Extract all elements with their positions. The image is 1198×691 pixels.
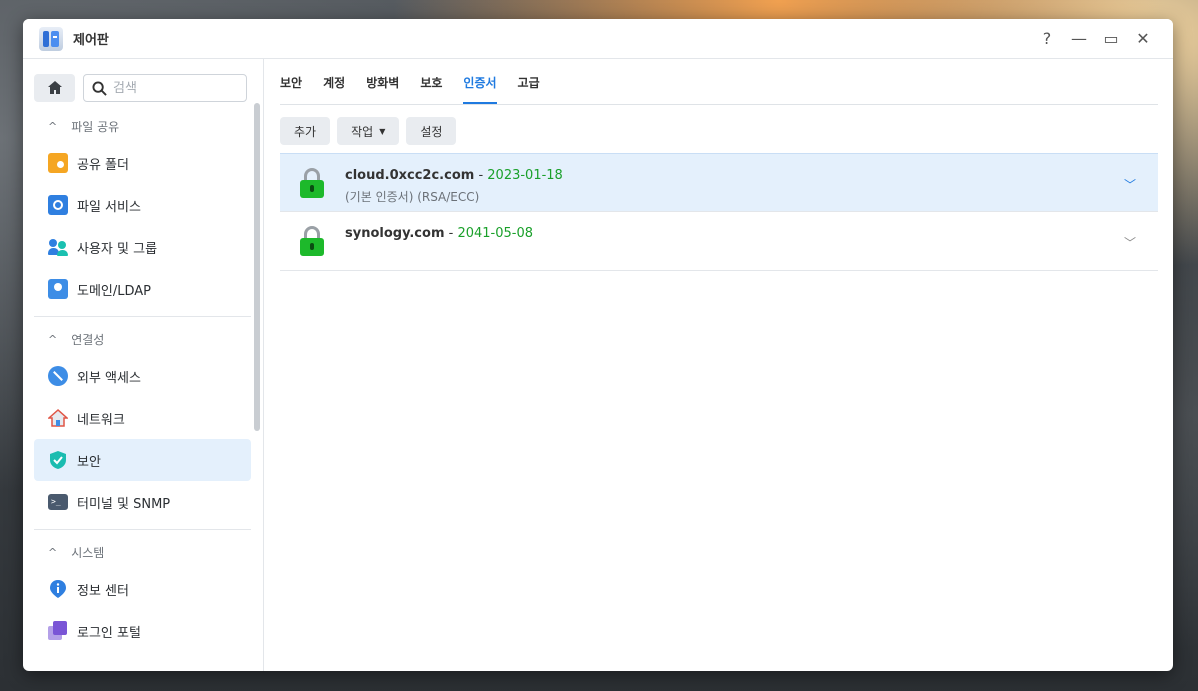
chevron-up-icon: ^ [48, 332, 58, 346]
certificate-expiry-date: 2023-01-18 [487, 168, 563, 183]
section-header-connectivity[interactable]: ^ 연결성 [34, 323, 251, 355]
sidebar-item-label: 외부 액세스 [77, 370, 141, 386]
section-title: 파일 공유 [71, 119, 120, 134]
tab-bar: 보안 계정 방화벽 보호 인증서 고급 [280, 59, 1158, 105]
sidebar: ^ 파일 공유 공유 폴더 파일 서비스 사용자 및 그룹 도메인/ [23, 59, 264, 671]
action-label: 작업 [351, 124, 374, 139]
home-button[interactable] [34, 74, 75, 102]
search-box[interactable] [83, 74, 247, 102]
title-bar: 제어판 ? — ▭ ✕ [23, 19, 1173, 59]
login-portal-icon [48, 621, 68, 641]
section-header-system[interactable]: ^ 시스템 [34, 536, 251, 568]
sidebar-item-label: 파일 서비스 [77, 199, 141, 215]
sidebar-item-login-portal[interactable]: 로그인 포털 [34, 610, 251, 652]
sidebar-item-users-groups[interactable]: 사용자 및 그룹 [34, 226, 251, 268]
close-button[interactable]: ✕ [1127, 29, 1159, 48]
sidebar-item-terminal-snmp[interactable]: >_ 터미널 및 SNMP [34, 481, 251, 523]
domain-icon [48, 279, 68, 299]
sidebar-item-label: 도메인/LDAP [77, 283, 152, 299]
tab-certificate[interactable]: 인증서 [463, 60, 497, 104]
sidebar-item-info-center[interactable]: 정보 센터 [34, 568, 251, 610]
window-title: 제어판 [73, 33, 109, 48]
sidebar-item-label: 보안 [77, 454, 101, 470]
chevron-down-icon[interactable]: ﹀ [1124, 176, 1136, 193]
file-services-icon [48, 195, 68, 215]
search-icon [92, 80, 107, 96]
certificate-row[interactable]: synology.com - 2041-05-08 ﹀ [280, 212, 1158, 271]
sidebar-item-label: 네트워크 [77, 412, 125, 428]
network-home-icon [47, 408, 69, 428]
lock-icon [300, 168, 324, 198]
sidebar-item-shared-folder[interactable]: 공유 폴더 [34, 142, 251, 184]
chevron-up-icon: ^ [48, 545, 58, 559]
control-panel-icon [39, 26, 63, 51]
help-button[interactable]: ? [1031, 29, 1063, 48]
external-access-icon [48, 366, 68, 386]
sidebar-item-label: 사용자 및 그룹 [77, 241, 158, 257]
settings-button[interactable]: 설정 [406, 117, 457, 145]
section-title: 연결성 [71, 332, 105, 347]
terminal-icon: >_ [48, 494, 68, 510]
sidebar-item-domain-ldap[interactable]: 도메인/LDAP [34, 268, 251, 310]
certificate-expiry-date: 2041-05-08 [457, 226, 534, 241]
sidebar-item-label: 정보 센터 [77, 583, 129, 599]
tab-firewall[interactable]: 방화벽 [366, 60, 399, 103]
certificate-domain: cloud.0xcc2c.com [345, 168, 475, 183]
home-icon [47, 81, 62, 94]
sidebar-item-label: 로그인 포털 [77, 625, 141, 641]
divider [34, 529, 251, 530]
sidebar-item-label: 공유 폴더 [77, 157, 129, 173]
add-button[interactable]: 추가 [280, 117, 331, 145]
section-title: 시스템 [71, 545, 105, 560]
tab-account[interactable]: 계정 [323, 60, 345, 103]
lock-icon [300, 226, 324, 256]
separator: - [474, 168, 488, 183]
caret-down-icon: ▼ [379, 126, 386, 136]
search-input[interactable] [113, 80, 213, 96]
toolbar: 추가 작업 ▼ 설정 [280, 105, 1158, 153]
sidebar-item-label: 터미널 및 SNMP [77, 496, 171, 512]
users-icon [48, 237, 68, 257]
minimize-button[interactable]: — [1063, 29, 1095, 48]
section-header-file-sharing[interactable]: ^ 파일 공유 [34, 110, 251, 142]
action-dropdown-button[interactable]: 작업 ▼ [337, 117, 400, 145]
certificate-domain: synology.com [345, 226, 445, 241]
info-icon [48, 579, 68, 599]
chevron-down-icon[interactable]: ﹀ [1124, 234, 1136, 251]
certificate-row[interactable]: cloud.0xcc2c.com - 2023-01-18 (기본 인증서) (… [280, 153, 1158, 212]
sidebar-item-external-access[interactable]: 외부 액세스 [34, 355, 251, 397]
chevron-up-icon: ^ [48, 119, 58, 133]
separator: - [444, 226, 458, 241]
sidebar-item-file-services[interactable]: 파일 서비스 [34, 184, 251, 226]
certificate-description: (기본 인증서) (RSA/ECC) [345, 190, 480, 204]
shield-icon [48, 450, 68, 470]
main-panel: 보안 계정 방화벽 보호 인증서 고급 추가 작업 ▼ 설정 cloud.0xc… [264, 59, 1173, 671]
tab-protection[interactable]: 보호 [420, 60, 442, 103]
divider [34, 316, 251, 317]
maximize-button[interactable]: ▭ [1095, 29, 1127, 48]
sidebar-scrollbar[interactable] [254, 103, 260, 431]
tab-security[interactable]: 보안 [280, 60, 302, 103]
folder-icon [48, 153, 68, 173]
control-panel-window: 제어판 ? — ▭ ✕ ^ 파일 공유 [23, 19, 1173, 671]
sidebar-item-network[interactable]: 네트워크 [34, 397, 251, 439]
sidebar-item-security[interactable]: 보안 [34, 439, 251, 481]
tab-advanced[interactable]: 고급 [518, 60, 540, 103]
